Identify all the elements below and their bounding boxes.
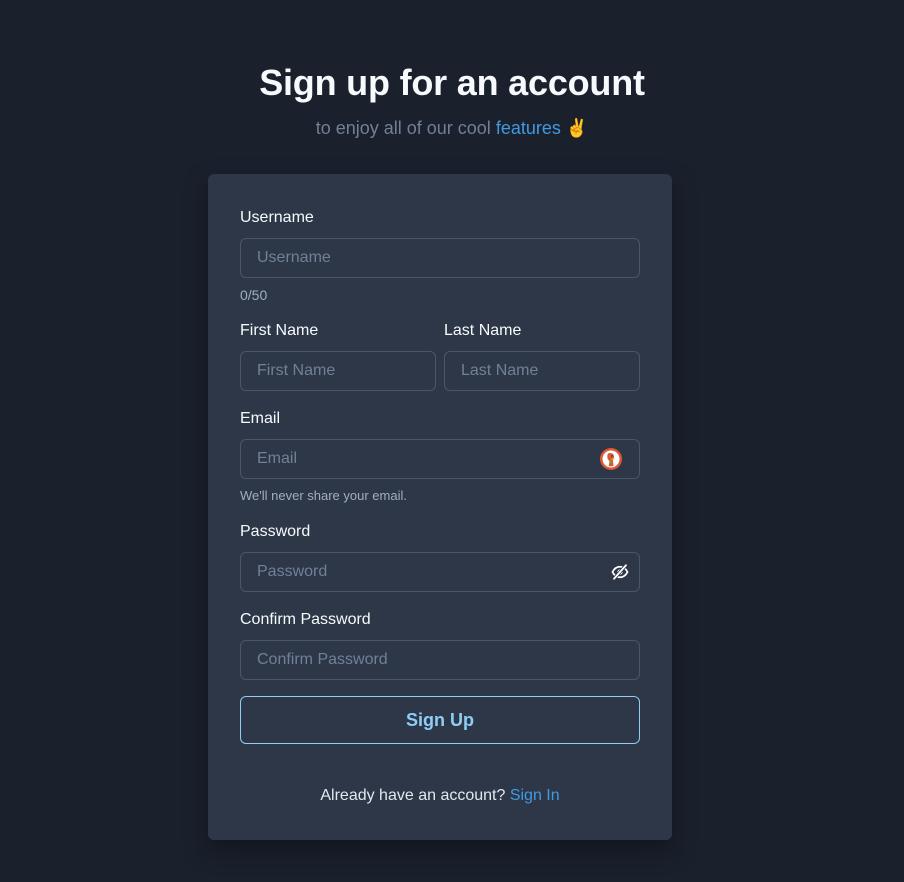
confirm-password-input[interactable] bbox=[240, 640, 640, 680]
subtitle-text: to enjoy all of our cool bbox=[315, 118, 496, 138]
page-subtitle: to enjoy all of our cool features ✌️ bbox=[0, 118, 904, 139]
password-label: Password bbox=[240, 523, 311, 540]
duckduckgo-icon[interactable] bbox=[599, 447, 623, 471]
victory-hand-emoji: ✌️ bbox=[565, 118, 589, 139]
confirm-password-label: Confirm Password bbox=[240, 611, 371, 628]
sign-in-prompt: Already have an account? Sign In bbox=[208, 787, 672, 805]
signup-page: Sign up for an account to enjoy all of o… bbox=[0, 0, 904, 882]
features-link[interactable]: features bbox=[496, 118, 561, 138]
sign-in-link[interactable]: Sign In bbox=[510, 787, 560, 804]
first-name-input[interactable] bbox=[240, 351, 436, 391]
page-title: Sign up for an account bbox=[259, 62, 645, 103]
first-name-label: First Name bbox=[240, 322, 319, 339]
last-name-label: Last Name bbox=[444, 322, 522, 339]
email-input[interactable] bbox=[240, 439, 640, 479]
username-input[interactable] bbox=[240, 238, 640, 278]
password-input[interactable] bbox=[240, 552, 640, 592]
last-name-input[interactable] bbox=[444, 351, 640, 391]
signup-card: Username 0/50 First Name Last Name Email… bbox=[208, 174, 672, 840]
eye-slash-icon[interactable] bbox=[609, 562, 631, 582]
username-char-counter: 0/50 bbox=[240, 287, 268, 303]
username-label: Username bbox=[240, 209, 314, 226]
sign-up-button[interactable]: Sign Up bbox=[240, 696, 640, 744]
email-helper-text: We'll never share your email. bbox=[240, 488, 407, 503]
sign-in-prompt-text: Already have an account? bbox=[320, 787, 510, 804]
email-label: Email bbox=[240, 410, 281, 427]
